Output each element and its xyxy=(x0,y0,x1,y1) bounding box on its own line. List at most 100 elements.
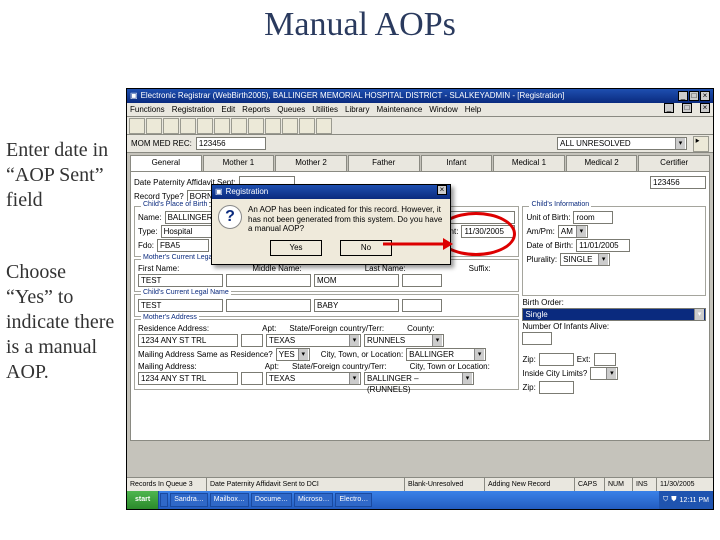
tool-btn-6[interactable] xyxy=(214,118,230,134)
cpob-fdo-input[interactable]: FBA5 xyxy=(157,239,209,252)
maddr-zip-input[interactable] xyxy=(539,353,574,366)
clegal-last-input[interactable]: BABY xyxy=(314,299,399,312)
status-mode: Adding New Record xyxy=(485,478,575,491)
mom-med-label: MOM MED REC: xyxy=(131,139,192,148)
maddr-mail-label: Mailing Address: xyxy=(138,362,197,371)
menu-help[interactable]: Help xyxy=(465,103,481,116)
dialog-close-button[interactable]: × xyxy=(437,185,447,195)
maddr-county-select[interactable]: RUNNELS xyxy=(364,334,444,347)
filter-select[interactable]: ALL UNRESOLVED xyxy=(557,137,687,150)
menu-window[interactable]: Window xyxy=(429,103,457,116)
maddr-apt-input[interactable] xyxy=(241,334,263,347)
window-title: Electronic Registrar (WebBirth2005), BAL… xyxy=(141,89,565,103)
status-num: NUM xyxy=(605,478,633,491)
maddr-same-select[interactable]: YES xyxy=(276,348,310,361)
ci-birthorder-select[interactable]: Single xyxy=(522,308,706,321)
menu-library[interactable]: Library xyxy=(345,103,369,116)
maddr-mailst-select[interactable]: TEXAS xyxy=(266,372,361,385)
mlegal-suffix-label: Suffix: xyxy=(469,264,491,273)
maddr-mail-input[interactable]: 1234 ANY ST TRL xyxy=(138,372,238,385)
clegal-suffix-input[interactable] xyxy=(402,299,442,312)
slide-title: Manual AOPs xyxy=(0,6,720,44)
fs-mother-address: Mother's Address Residence Address: Apt:… xyxy=(134,319,519,390)
minimize-button[interactable]: _ xyxy=(678,91,688,101)
cpob-fdo-label: Fdo: xyxy=(138,241,154,250)
task-item-2[interactable]: Mailbox… xyxy=(210,493,249,507)
ci-ampm-select[interactable]: AM xyxy=(558,225,588,238)
menu-functions[interactable]: Functions xyxy=(130,103,165,116)
clegal-first-input[interactable]: TEST xyxy=(138,299,223,312)
tool-btn-11[interactable] xyxy=(299,118,315,134)
task-item-4[interactable]: Microso… xyxy=(294,493,334,507)
tool-btn-4[interactable] xyxy=(180,118,196,134)
dialog-no-button[interactable]: No xyxy=(340,240,392,256)
tab-certifier[interactable]: Certifier xyxy=(638,155,710,171)
tab-mother1[interactable]: Mother 1 xyxy=(203,155,275,171)
tab-mother2[interactable]: Mother 2 xyxy=(275,155,347,171)
mom-med-value: 123456 xyxy=(196,137,266,150)
tab-father[interactable]: Father xyxy=(348,155,420,171)
tool-btn-5[interactable] xyxy=(197,118,213,134)
tool-btn-9[interactable] xyxy=(265,118,281,134)
start-button[interactable]: start xyxy=(127,491,159,509)
toolbar xyxy=(127,117,713,135)
filter-go[interactable]: ⯈ xyxy=(693,136,709,152)
tool-btn-10[interactable] xyxy=(282,118,298,134)
tab-infant[interactable]: Infant xyxy=(421,155,493,171)
tool-btn-1[interactable] xyxy=(129,118,145,134)
task-item-5[interactable]: Electro… xyxy=(335,493,372,507)
menu-reports[interactable]: Reports xyxy=(242,103,270,116)
cpob-type-input[interactable]: Hospital xyxy=(161,225,213,238)
clegal-middle-input[interactable] xyxy=(226,299,311,312)
mom-row: MOM MED REC: 123456 ALL UNRESOLVED ⯈ xyxy=(127,135,713,153)
ci-alive-input[interactable] xyxy=(522,332,552,345)
mlegal-middle-input[interactable] xyxy=(226,274,311,287)
maddr-stfor-label: State/Foreign country/Terr: xyxy=(289,324,384,333)
maddr-res-input[interactable]: 1234 ANY ST TRL xyxy=(138,334,238,347)
maddr-mailapt-input[interactable] xyxy=(241,372,263,385)
maximize-button[interactable]: □ xyxy=(689,91,699,101)
mlegal-last-input[interactable]: MOM xyxy=(314,274,399,287)
task-item-3[interactable]: Docume… xyxy=(251,493,292,507)
annotation-choose-yes: Choose “Yes” to indicate there is a manu… xyxy=(6,260,116,385)
tab-medical2[interactable]: Medical 2 xyxy=(566,155,638,171)
tool-btn-8[interactable] xyxy=(248,118,264,134)
mdi-close-button[interactable]: × xyxy=(700,103,710,113)
ci-unit-input[interactable]: room xyxy=(573,211,613,224)
record-type-label: Record Type? xyxy=(134,192,184,201)
maddr-city-select[interactable]: BALLINGER xyxy=(406,348,486,361)
tool-btn-2[interactable] xyxy=(146,118,162,134)
maddr-mailst-label: State/Foreign country/Terr: xyxy=(292,362,387,371)
status-field-desc: Date Paternity Affidavit Sent to DCI xyxy=(207,478,405,491)
cpob-type-label: Type: xyxy=(138,227,158,236)
maddr-inside-select[interactable] xyxy=(590,367,618,380)
mlegal-first-input[interactable]: TEST xyxy=(138,274,223,287)
task-item-0[interactable] xyxy=(160,493,168,507)
menu-edit[interactable]: Edit xyxy=(221,103,235,116)
menu-registration[interactable]: Registration xyxy=(172,103,215,116)
dialog-yes-button[interactable]: Yes xyxy=(270,240,322,256)
status-bar: Records In Queue 3 Date Paternity Affida… xyxy=(127,477,713,491)
tool-btn-7[interactable] xyxy=(231,118,247,134)
date-aop-sent-input[interactable]: 11/30/2005 xyxy=(461,225,515,238)
maddr-ext-input[interactable] xyxy=(594,353,616,366)
clegal-legend: Child's Current Legal Name xyxy=(141,289,231,296)
close-button[interactable]: × xyxy=(700,91,710,101)
menu-maintenance[interactable]: Maintenance xyxy=(376,103,422,116)
system-tray[interactable]: ⛉ ⛊ 12:11 PM xyxy=(659,491,713,509)
tool-btn-3[interactable] xyxy=(163,118,179,134)
mdi-min-button[interactable]: _ xyxy=(664,103,674,113)
tab-general[interactable]: General xyxy=(130,155,202,171)
menu-queues[interactable]: Queues xyxy=(277,103,305,116)
mdi-max-button[interactable]: □ xyxy=(682,103,692,113)
mlegal-suffix-input[interactable] xyxy=(402,274,442,287)
tool-btn-12[interactable] xyxy=(316,118,332,134)
ci-plurality-select[interactable]: SINGLE xyxy=(560,253,610,266)
ci-dob-input[interactable]: 11/01/2005 xyxy=(576,239,630,252)
maddr-state-select[interactable]: TEXAS xyxy=(266,334,361,347)
tab-medical1[interactable]: Medical 1 xyxy=(493,155,565,171)
maddr-zip2-input[interactable] xyxy=(539,381,574,394)
task-item-1[interactable]: Sandra… xyxy=(170,493,208,507)
menu-utilities[interactable]: Utilities xyxy=(312,103,338,116)
maddr-mailcity-select[interactable]: BALLINGER – (RUNNELS) xyxy=(364,372,474,385)
